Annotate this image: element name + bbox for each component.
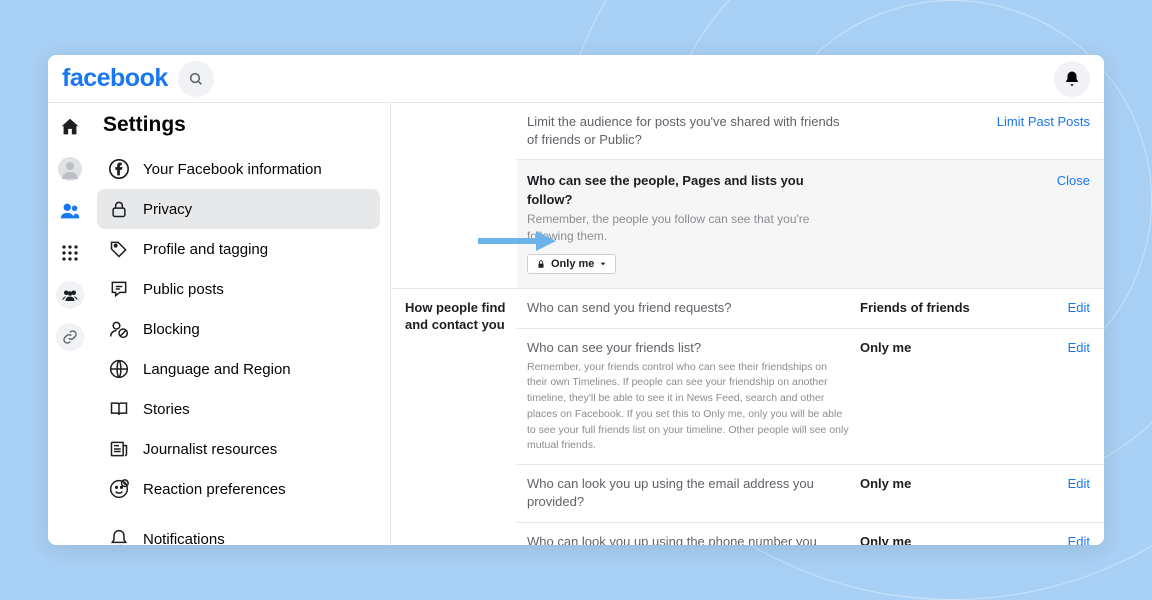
audience-selected: Only me xyxy=(551,258,594,270)
link-icon xyxy=(62,329,78,345)
smile-icon xyxy=(107,477,131,501)
facebook-circle-icon xyxy=(107,157,131,181)
row-sub: Remember, the people you follow can see … xyxy=(527,211,850,245)
row-value: Only me xyxy=(860,475,980,511)
menu-label: Profile and tagging xyxy=(143,241,268,258)
menu-stories[interactable]: Stories xyxy=(97,389,380,429)
row-title: Limit the audience for posts you've shar… xyxy=(527,113,850,149)
edit-link[interactable]: Edit xyxy=(990,533,1090,545)
chevron-down-icon xyxy=(599,260,607,268)
topbar: facebook xyxy=(48,55,1104,103)
tag-icon xyxy=(107,237,131,261)
settings-sidebar: Settings Your Facebook information Priva… xyxy=(91,103,391,545)
limit-past-posts-link[interactable]: Limit Past Posts xyxy=(990,113,1090,149)
row-title: Who can look you up using the email addr… xyxy=(527,475,850,511)
edit-link[interactable]: Edit xyxy=(990,299,1090,317)
rail-grid[interactable] xyxy=(56,239,84,267)
rail-home[interactable] xyxy=(56,113,84,141)
lock-small-icon xyxy=(536,259,546,269)
pointer-arrow xyxy=(476,229,556,253)
friends-icon xyxy=(59,200,81,222)
home-icon xyxy=(59,116,81,138)
settings-title: Settings xyxy=(97,111,380,149)
menu-label: Language and Region xyxy=(143,361,291,378)
menu-notifications[interactable]: Notifications xyxy=(97,519,380,545)
row-title: Who can send you friend requests? xyxy=(527,299,850,317)
row-value: Only me xyxy=(860,533,980,545)
content-area: Settings Your Facebook information Priva… xyxy=(48,103,1104,545)
section-contact-label: How people find and contact you xyxy=(391,289,517,545)
menu-label: Notifications xyxy=(143,531,225,546)
menu-blocking[interactable]: Blocking xyxy=(97,309,380,349)
menu-label: Public posts xyxy=(143,281,224,298)
block-icon xyxy=(107,317,131,341)
rail-friends[interactable] xyxy=(56,197,84,225)
news-icon xyxy=(107,437,131,461)
row-lookup-email: Who can look you up using the email addr… xyxy=(517,464,1104,521)
edit-link[interactable]: Edit xyxy=(990,475,1090,511)
menu-label: Reaction preferences xyxy=(143,481,286,498)
globe-icon xyxy=(107,357,131,381)
row-value: Only me xyxy=(860,339,980,455)
edit-link[interactable]: Edit xyxy=(990,339,1090,455)
left-rail xyxy=(48,103,91,545)
bell-outline-icon xyxy=(107,527,131,545)
facebook-logo[interactable]: facebook xyxy=(62,64,168,93)
row-lookup-phone: Who can look you up using the phone numb… xyxy=(517,522,1104,545)
menu-reactions[interactable]: Reaction preferences xyxy=(97,469,380,509)
menu-label: Journalist resources xyxy=(143,441,277,458)
menu-label: Your Facebook information xyxy=(143,161,322,178)
search-icon xyxy=(188,71,204,87)
rail-link[interactable] xyxy=(56,323,84,351)
row-small: Remember, your friends control who can s… xyxy=(527,360,850,455)
row-friends-list: Who can see your friends list? Remember,… xyxy=(517,328,1104,465)
row-limit-posts: Limit the audience for posts you've shar… xyxy=(517,103,1104,159)
row-follow-visibility: Who can see the people, Pages and lists … xyxy=(517,159,1104,288)
rail-groups[interactable] xyxy=(56,281,84,309)
menu-profile-tagging[interactable]: Profile and tagging xyxy=(97,229,380,269)
avatar-icon xyxy=(58,157,82,181)
row-title: Who can look you up using the phone numb… xyxy=(527,533,850,545)
main-panel: Limit the audience for posts you've shar… xyxy=(391,103,1104,545)
book-icon xyxy=(107,397,131,421)
menu-public-posts[interactable]: Public posts xyxy=(97,269,380,309)
app-window: facebook xyxy=(48,55,1104,545)
lock-icon xyxy=(107,197,131,221)
groups-icon xyxy=(61,286,79,304)
close-link[interactable]: Close xyxy=(990,172,1090,274)
bell-icon xyxy=(1063,70,1081,88)
audience-selector[interactable]: Only me xyxy=(527,254,616,274)
rail-avatar[interactable] xyxy=(56,155,84,183)
menu-label: Blocking xyxy=(143,321,200,338)
menu-language[interactable]: Language and Region xyxy=(97,349,380,389)
menu-privacy[interactable]: Privacy xyxy=(97,189,380,229)
row-title: Who can see your friends list? xyxy=(527,339,850,357)
notifications-button[interactable] xyxy=(1054,61,1090,97)
search-button[interactable] xyxy=(178,61,214,97)
menu-your-info[interactable]: Your Facebook information xyxy=(97,149,380,189)
row-title: Who can see the people, Pages and lists … xyxy=(527,172,850,208)
menu-journalist[interactable]: Journalist resources xyxy=(97,429,380,469)
row-value: Friends of friends xyxy=(860,299,980,317)
grid-icon xyxy=(61,244,79,262)
row-friend-requests: Who can send you friend requests? Friend… xyxy=(517,289,1104,327)
comment-icon xyxy=(107,277,131,301)
menu-label: Privacy xyxy=(143,201,192,218)
menu-label: Stories xyxy=(143,401,190,418)
section-activity-label xyxy=(391,103,517,288)
